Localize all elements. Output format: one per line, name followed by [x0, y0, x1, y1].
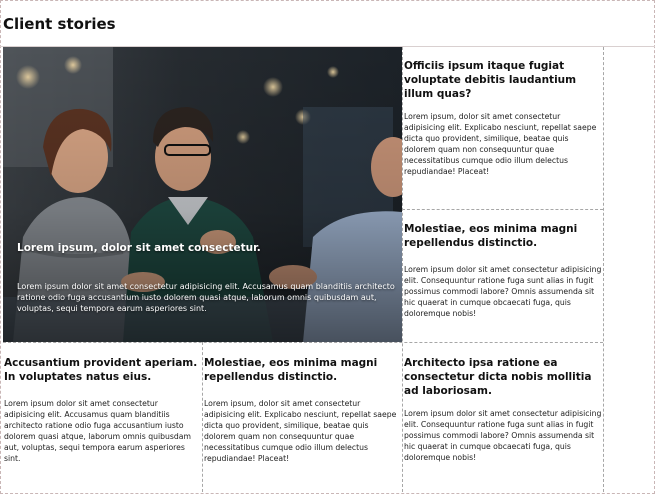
story-card-text: Lorem ipsum, dolor sit amet consectetur … [204, 399, 397, 463]
story-card[interactable]: Officiis ipsum itaque fugiat voluptate d… [403, 59, 603, 177]
story-card-text: Lorem ipsum dolor sit amet consectetur a… [404, 409, 602, 462]
story-card-text: Lorem ipsum dolor sit amet consectetur a… [404, 265, 602, 318]
grid-divider [3, 342, 603, 343]
story-card-title: Accusantium provident aperiam. In volupt… [4, 357, 198, 383]
feature-story-title: Lorem ipsum, dolor sit amet consectetur. [17, 242, 261, 254]
story-card[interactable]: Accusantium provident aperiam. In volupt… [3, 356, 202, 464]
story-card[interactable]: Molestiae, eos minima magni repellendus … [403, 222, 603, 319]
story-card[interactable]: Molestiae, eos minima magni repellendus … [203, 356, 402, 464]
story-card-title: Architecto ipsa ratione ea consectetur d… [404, 357, 592, 397]
story-card-title: Molestiae, eos minima magni repellendus … [204, 357, 378, 383]
feature-story-card[interactable]: Lorem ipsum, dolor sit amet consectetur.… [3, 47, 402, 342]
story-card[interactable]: Architecto ipsa ratione ea consectetur d… [403, 356, 603, 463]
story-card-title: Molestiae, eos minima magni repellendus … [404, 223, 578, 249]
story-card-text: Lorem ipsum, dolor sit amet consectetur … [404, 112, 597, 176]
page-title: Client stories [3, 15, 116, 33]
grid-divider [402, 209, 603, 210]
story-card-text: Lorem ipsum dolor sit amet consectetur a… [4, 399, 191, 463]
feature-story-text: Lorem ipsum dolor sit amet consectetur a… [17, 282, 395, 313]
story-card-title: Officiis ipsum itaque fugiat voluptate d… [404, 60, 577, 100]
grid-divider [603, 47, 604, 492]
